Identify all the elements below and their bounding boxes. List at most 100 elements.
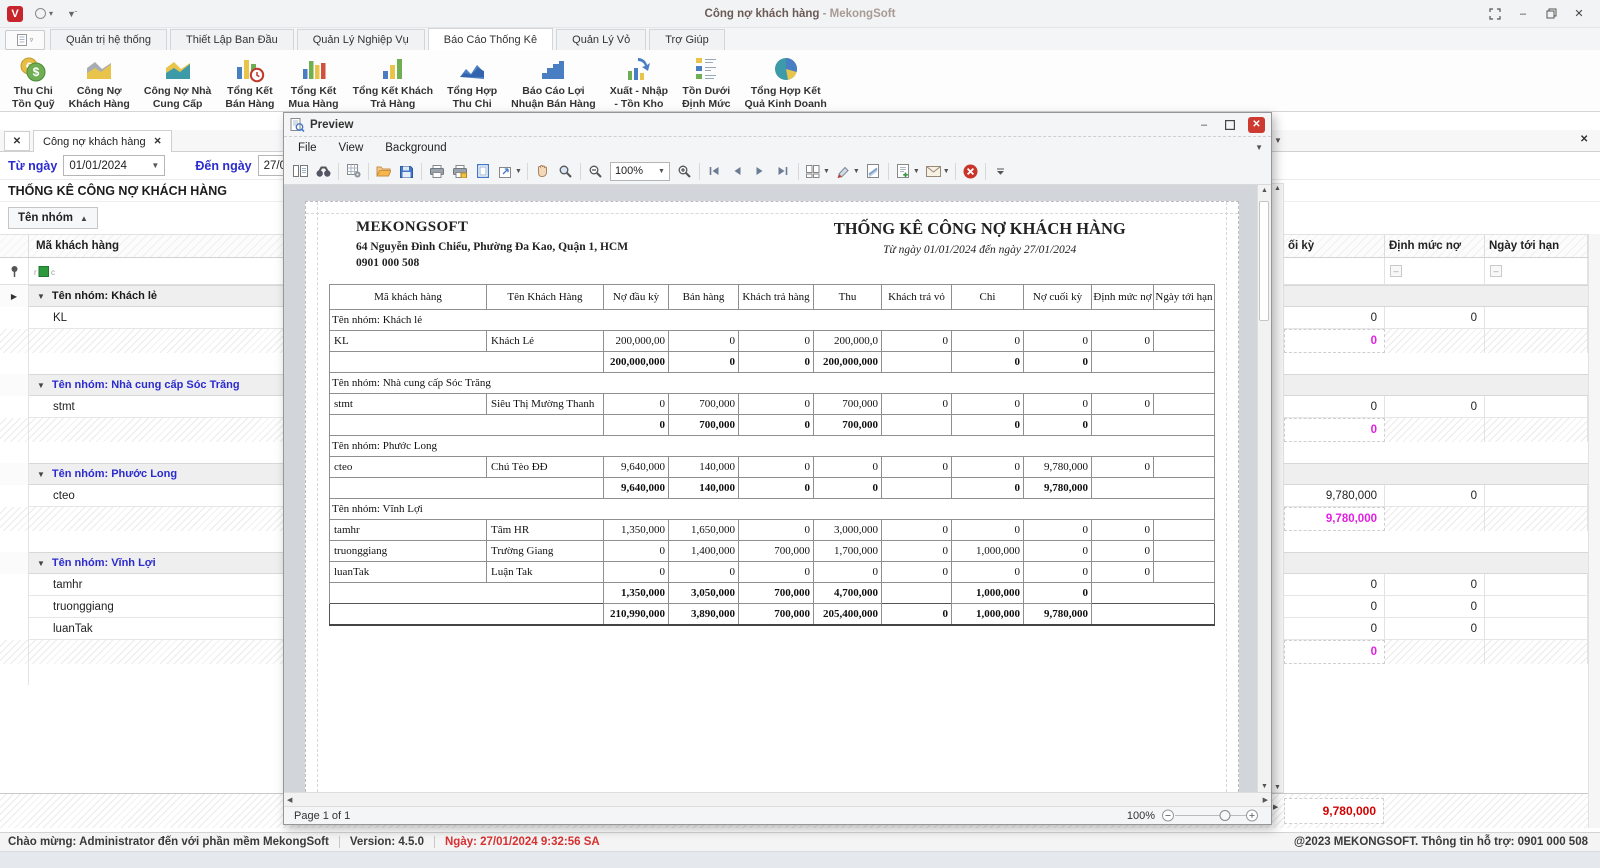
ribbon-tab-3[interactable]: Quản Lý Nghiệp Vụ xyxy=(297,29,425,50)
ribbon-button-bars-cycle[interactable]: Xuất - Nhập- Tồn Kho xyxy=(605,53,673,111)
send-button[interactable] xyxy=(922,160,945,182)
preview-titlebar[interactable]: Preview – ✕ xyxy=(284,113,1271,137)
ribbon-tab-2[interactable]: Thiết Lập Ban Đầu xyxy=(170,29,294,50)
column-header-customer-code[interactable]: Mã khách hàng xyxy=(29,235,283,257)
page-color-button[interactable] xyxy=(832,160,855,182)
nav-prev-button[interactable] xyxy=(726,160,749,182)
grid-scrollbar[interactable] xyxy=(1588,234,1600,828)
export-dropdown-icon[interactable]: ▼ xyxy=(913,168,920,175)
group-row-4[interactable]: ▼Tên nhóm: Vĩnh Lợi xyxy=(0,552,283,574)
multi-page-button[interactable] xyxy=(802,160,825,182)
preview-scroll-thumb[interactable] xyxy=(1259,201,1269,321)
zoom-in-button[interactable] xyxy=(673,160,696,182)
data-row-right-cteo[interactable]: 9,780,0000 xyxy=(1284,485,1588,507)
minimize-icon[interactable]: – xyxy=(1516,7,1530,21)
tab-scroll-down-icon[interactable]: ▼ xyxy=(1274,136,1282,145)
zoom-out-button[interactable] xyxy=(584,160,607,182)
scroll-right-icon[interactable]: ▶ xyxy=(1273,803,1278,811)
watermark-button[interactable] xyxy=(862,160,885,182)
data-row-truonggiang[interactable]: truonggiang xyxy=(0,596,283,618)
data-row-right-stmt[interactable]: 00 xyxy=(1284,396,1588,418)
quick-print-button[interactable] xyxy=(448,160,471,182)
preview-scroll-up-icon[interactable]: ▲ xyxy=(1261,187,1268,194)
filter-row-left[interactable]: rc xyxy=(0,258,283,285)
data-row-tamhr[interactable]: tamhr xyxy=(0,574,283,596)
data-row-right-truonggiang[interactable]: 00 xyxy=(1284,596,1588,618)
scroll-up-icon[interactable]: ▲ xyxy=(1274,185,1281,192)
zoom-tool-button[interactable] xyxy=(554,160,577,182)
ribbon-button-pie[interactable]: Tổng Hợp KếtQuả Kinh Doanh xyxy=(740,53,832,111)
chevron-down-icon[interactable]: ▼ xyxy=(658,168,665,175)
ribbon-button-bars-multi[interactable]: Tổng KếtMua Hàng xyxy=(283,53,343,111)
document-tab[interactable]: Công nợ khách hàng✕ xyxy=(33,130,172,152)
preview-minimize-icon[interactable]: – xyxy=(1196,117,1212,132)
vertical-scrollbar[interactable]: ▲ ▼ xyxy=(1271,183,1284,793)
preview-close-icon[interactable]: ✕ xyxy=(1248,117,1265,133)
preview-scroll-right-icon[interactable]: ▶ xyxy=(1263,796,1268,804)
data-row-KL[interactable]: KL xyxy=(0,307,283,329)
panel-close-icon[interactable]: ✕ xyxy=(1580,134,1588,145)
print-button[interactable] xyxy=(425,160,448,182)
data-row-right-tamhr[interactable]: 00 xyxy=(1284,574,1588,596)
preview-menu-1[interactable]: File xyxy=(298,142,317,154)
zoom-select[interactable]: 100%▼ xyxy=(610,162,670,181)
fullscreen-icon[interactable] xyxy=(1488,7,1502,21)
page-margins-button[interactable] xyxy=(471,160,494,182)
customize-grid-button[interactable] xyxy=(342,160,365,182)
quick-access-caret-icon[interactable]: ▾ xyxy=(49,9,53,18)
nav-next-button[interactable] xyxy=(749,160,772,182)
tab-close-icon[interactable]: ✕ xyxy=(154,136,162,147)
nav-last-button[interactable] xyxy=(772,160,795,182)
column-header-due-date[interactable]: Ngày tới hạn xyxy=(1485,235,1588,257)
scroll-down-icon[interactable]: ▼ xyxy=(1274,784,1281,791)
open-button[interactable] xyxy=(372,160,395,182)
data-row-right-KL[interactable]: 00 xyxy=(1284,307,1588,329)
ribbon-tab-6[interactable]: Trợ Giúp xyxy=(649,29,724,50)
ribbon-button-list-levels[interactable]: Tồn DướiĐịnh Mức xyxy=(677,53,735,111)
data-row-stmt[interactable]: stmt xyxy=(0,396,283,418)
hand-button[interactable] xyxy=(531,160,554,182)
data-row-luanTak[interactable]: luanTak xyxy=(0,618,283,640)
ribbon-button-bars-clock[interactable]: Tổng KếtBán Hàng xyxy=(220,53,279,111)
preview-scroll-left-icon[interactable]: ◀ xyxy=(287,796,292,804)
multi-page-dropdown-icon[interactable]: ▼ xyxy=(823,168,830,175)
save-button[interactable] xyxy=(395,160,418,182)
send-dropdown-icon[interactable]: ▼ xyxy=(943,168,950,175)
ribbon-button-steps[interactable]: Báo Cáo LợiNhuận Bán Hàng xyxy=(506,53,601,111)
ribbon-button-area-chart-teal[interactable]: Công Nợ NhàCung Cấp xyxy=(139,53,217,111)
more-button[interactable] xyxy=(989,160,1012,182)
quick-access-icon[interactable] xyxy=(35,8,46,19)
export-button[interactable] xyxy=(892,160,915,182)
close-icon[interactable]: ✕ xyxy=(1572,7,1586,21)
ribbon-tab-1[interactable]: Quản trị hệ thống xyxy=(50,29,167,50)
menu-overflow-icon[interactable]: ▼ xyxy=(1255,143,1263,152)
close-button[interactable] xyxy=(959,160,982,182)
group-by-button[interactable]: Tên nhóm▲ xyxy=(8,207,98,229)
ribbon-button-coins[interactable]: €$Thu ChiTồn Quỹ xyxy=(7,53,60,111)
restore-icon[interactable] xyxy=(1544,7,1558,21)
quick-access-customize-icon[interactable]: ▼̄ xyxy=(67,9,76,19)
ribbon-button-line-mountain[interactable]: Tổng HợpThu Chi xyxy=(442,53,502,111)
group-row-3[interactable]: ▼Tên nhóm: Phước Long xyxy=(0,463,283,485)
ribbon-tab-4[interactable]: Báo Cáo Thống Kê xyxy=(428,28,553,50)
page-color-dropdown-icon[interactable]: ▼ xyxy=(853,168,860,175)
ribbon-tab-5[interactable]: Quản Lý Vỏ xyxy=(556,29,646,50)
preview-scroll-down-icon[interactable]: ▼ xyxy=(1261,783,1268,790)
nav-first-button[interactable] xyxy=(703,160,726,182)
filter-row-right[interactable]: –– xyxy=(1284,258,1588,285)
scale-dropdown-icon[interactable]: ▼ xyxy=(515,168,522,175)
ribbon-button-area-chart-gray[interactable]: Công NợKhách Hàng xyxy=(64,53,135,111)
close-tab-button[interactable]: ✕ xyxy=(4,131,30,151)
zoom-slider[interactable] xyxy=(1161,808,1261,823)
group-row-2[interactable]: ▼Tên nhóm: Nhà cung cấp Sóc Trăng xyxy=(0,374,283,396)
preview-maximize-icon[interactable] xyxy=(1222,117,1238,132)
app-menu-button[interactable]: ▿ xyxy=(5,30,45,50)
column-header-closing-balance[interactable]: ối kỳ xyxy=(1284,235,1385,257)
ribbon-button-bars-return[interactable]: Tổng Kết KháchTrả Hàng xyxy=(348,53,439,111)
preview-menu-2[interactable]: View xyxy=(339,142,364,154)
data-row-right-luanTak[interactable]: 00 xyxy=(1284,618,1588,640)
preview-menu-3[interactable]: Background xyxy=(385,142,446,154)
document-map-button[interactable] xyxy=(289,160,312,182)
group-row-1[interactable]: ▶▼Tên nhóm: Khách lẻ xyxy=(0,285,283,307)
preview-horizontal-scrollbar[interactable]: ◀ ▶ xyxy=(284,792,1271,806)
